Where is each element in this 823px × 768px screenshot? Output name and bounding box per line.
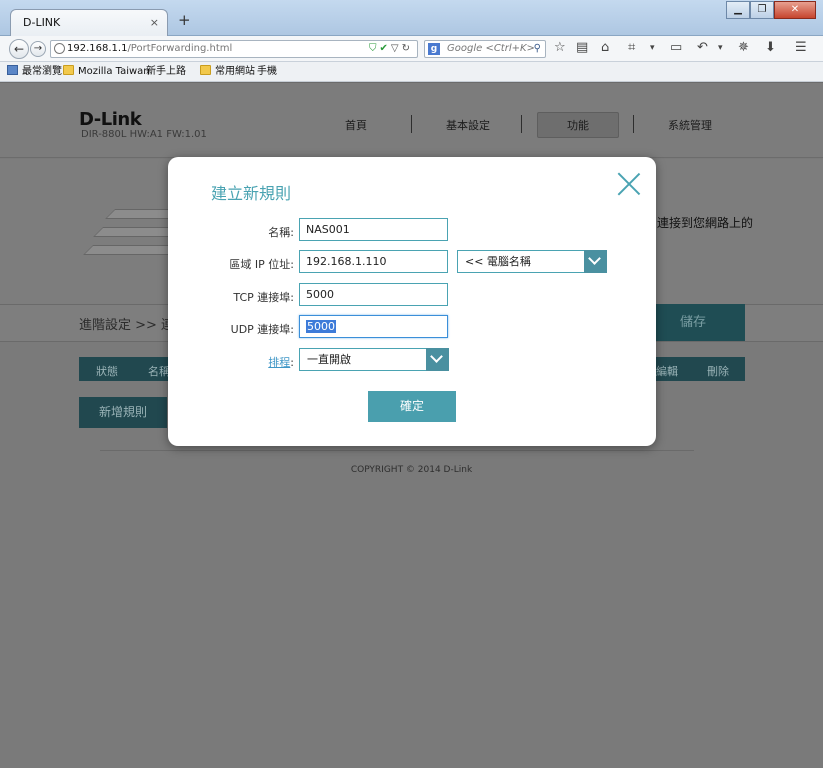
local-ip-input[interactable] bbox=[299, 250, 448, 273]
shield-icon[interactable]: ⛉ bbox=[369, 43, 380, 54]
undo-icon[interactable]: ↶ bbox=[697, 41, 708, 55]
bookmarks-list-icon[interactable]: ▤ bbox=[576, 41, 588, 55]
check-icon[interactable]: ✔ bbox=[380, 43, 391, 54]
dlink-logo: D-Link bbox=[79, 109, 142, 130]
bookmark-mobile[interactable]: 手機 bbox=[257, 65, 277, 158]
title-bar: D-LINK × + ▁ ❐ ✕ bbox=[0, 0, 823, 37]
search-placeholder: Google <Ctrl+K> bbox=[447, 43, 535, 54]
nav-home[interactable]: 首頁 bbox=[345, 117, 367, 133]
google-icon[interactable]: g bbox=[428, 43, 440, 55]
forward-icon[interactable]: → bbox=[30, 41, 46, 57]
tcp-port-label: TCP 連接埠: bbox=[233, 291, 294, 304]
bookmark-getting-started[interactable]: 新手上路 bbox=[146, 65, 186, 158]
name-label: 名稱: bbox=[268, 226, 294, 239]
minimize-button[interactable]: ▁ bbox=[726, 1, 750, 19]
column-status: 狀態 bbox=[96, 365, 118, 378]
add-rule-button[interactable]: 新增規則 bbox=[79, 397, 167, 428]
bookmark-mozilla-taiwan[interactable]: Mozilla Taiwan bbox=[63, 65, 150, 79]
back-icon[interactable]: ← bbox=[9, 39, 29, 59]
dialog-title: 建立新規則 bbox=[211, 184, 292, 203]
confirm-button[interactable]: 確定 bbox=[368, 391, 456, 422]
reload-icon[interactable]: ↻ bbox=[402, 43, 413, 54]
window-controls: ▁ ❐ ✕ bbox=[726, 1, 816, 19]
navigation-toolbar: ← → 192.168.1.1/PortForwarding.html ⛉✔▽↻… bbox=[0, 36, 823, 62]
page-header: D-Link DIR-880L HW:A1 FW:1.01 首頁 基本設定 功能… bbox=[0, 83, 823, 158]
close-icon[interactable] bbox=[616, 171, 642, 197]
column-edit: 編輯 bbox=[656, 365, 678, 378]
copyright: COPYRIGHT © 2014 D-Link bbox=[350, 465, 473, 475]
column-delete: 刪除 bbox=[707, 365, 729, 378]
new-tab-button[interactable]: + bbox=[178, 13, 191, 28]
schedule-colon: : bbox=[290, 356, 294, 369]
nav-divider bbox=[521, 115, 522, 133]
home-icon[interactable]: ⌂ bbox=[601, 41, 609, 55]
bookmark-icon bbox=[7, 65, 18, 75]
schedule-selected: 一直開啟 bbox=[307, 353, 351, 366]
nav-divider bbox=[411, 115, 412, 133]
url-action-icons: ⛉✔▽↻ bbox=[369, 41, 413, 57]
schedule-label: 排程: bbox=[174, 354, 294, 370]
bookmark-most-visited[interactable]: 最常瀏覽 bbox=[7, 65, 62, 79]
chevron-down-icon[interactable] bbox=[584, 250, 607, 273]
computer-name-selected: << 電腦名稱 bbox=[465, 255, 531, 268]
divider bbox=[100, 450, 694, 451]
bookmark-star-icon[interactable]: ☆ bbox=[554, 41, 566, 55]
hamburger-menu-icon[interactable]: ☰ bbox=[795, 41, 807, 55]
computer-name-select[interactable]: << 電腦名稱 bbox=[457, 250, 607, 273]
udp-port-selected-text: 5000 bbox=[306, 320, 336, 333]
udp-port-label: UDP 連接埠: bbox=[230, 323, 294, 336]
folder-icon bbox=[200, 65, 211, 75]
bookmark-common-sites[interactable]: 常用網站 bbox=[200, 65, 255, 79]
banner-description: 連接到您網路上的 bbox=[657, 216, 754, 230]
dropdown-arrow-icon[interactable]: ▽ bbox=[391, 43, 402, 54]
local-ip-label: 區域 IP 位址: bbox=[229, 258, 294, 271]
chevron-down-icon[interactable] bbox=[426, 348, 449, 371]
search-box[interactable]: g Google <Ctrl+K> ⚲ bbox=[424, 40, 546, 58]
schedule-select[interactable]: 一直開啟 bbox=[299, 348, 449, 371]
save-button[interactable]: 儲存 bbox=[641, 304, 745, 341]
globe-icon bbox=[54, 43, 65, 54]
maximize-button[interactable]: ❐ bbox=[750, 1, 774, 19]
breadcrumb: 進階設定 >> 連 bbox=[79, 318, 175, 333]
bookmarks-bar: 最常瀏覽 Mozilla Taiwan 新手上路 常用網站 手機 bbox=[0, 62, 823, 158]
create-rule-dialog: 建立新規則 名稱: 區域 IP 位址: << 電腦名稱 TCP 連接埠: UDP… bbox=[168, 157, 656, 446]
crop-icon[interactable]: ⌗ bbox=[628, 41, 635, 55]
nav-divider bbox=[633, 115, 634, 133]
chat-icon[interactable]: ▭ bbox=[670, 41, 682, 55]
nav-basic-settings[interactable]: 基本設定 bbox=[446, 117, 490, 133]
folder-icon bbox=[63, 65, 74, 75]
column-name: 名稱 bbox=[148, 365, 170, 378]
model-info: DIR-880L HW:A1 FW:1.01 bbox=[81, 129, 207, 140]
schedule-link[interactable]: 排程 bbox=[268, 356, 290, 369]
tab-title: D-LINK bbox=[23, 16, 61, 29]
download-icon[interactable]: ⬇ bbox=[765, 41, 776, 55]
undo-menu-arrow-icon[interactable]: ▾ bbox=[718, 41, 723, 55]
tcp-port-input[interactable] bbox=[299, 283, 448, 306]
menu-arrow-icon[interactable]: ▾ bbox=[650, 41, 655, 55]
nav-system-management[interactable]: 系統管理 bbox=[668, 117, 712, 133]
name-input[interactable] bbox=[299, 218, 448, 241]
address-bar[interactable]: 192.168.1.1/PortForwarding.html ⛉✔▽↻ bbox=[50, 40, 418, 58]
nav-features[interactable]: 功能 bbox=[567, 117, 589, 133]
extension-icon[interactable]: ✵ bbox=[738, 41, 749, 55]
url-host: 192.168.1.1 bbox=[67, 43, 128, 54]
udp-port-input[interactable]: 5000 bbox=[299, 315, 448, 338]
search-icon[interactable]: ⚲ bbox=[534, 41, 541, 57]
close-window-button[interactable]: ✕ bbox=[774, 1, 816, 19]
url-path: /PortForwarding.html bbox=[127, 43, 233, 54]
browser-tab[interactable]: D-LINK × bbox=[10, 9, 168, 37]
tab-close-icon[interactable]: × bbox=[150, 16, 159, 29]
